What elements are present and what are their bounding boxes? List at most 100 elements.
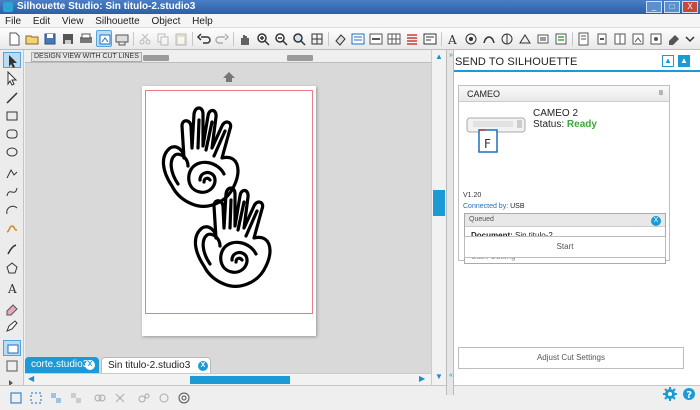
scroll-down-arrow-icon[interactable]: ▼: [434, 372, 444, 382]
ungroup-icon[interactable]: [28, 390, 44, 406]
layer-icon[interactable]: [535, 30, 551, 47]
panel-collapse-icon[interactable]: ▲: [678, 55, 690, 67]
gear-icon[interactable]: [662, 386, 678, 402]
title-bar: Silhouette Studio: Sin titulo-2.studio3 …: [0, 0, 700, 14]
rectangle-icon[interactable]: [3, 108, 21, 124]
ruler-icon[interactable]: [3, 358, 21, 374]
select-icon[interactable]: [3, 52, 21, 68]
horizontal-scroll-thumb[interactable]: [190, 376, 290, 384]
open-icon[interactable]: [24, 30, 40, 47]
chevron-down-icon[interactable]: [682, 30, 698, 47]
minimize-button[interactable]: _: [646, 1, 662, 13]
design-view-icon[interactable]: [96, 30, 112, 47]
scroll-left-arrow-icon[interactable]: ◀: [28, 374, 34, 383]
menu-view[interactable]: View: [57, 14, 88, 28]
compound-icon[interactable]: [48, 390, 64, 406]
text-style-icon[interactable]: A: [445, 30, 461, 47]
redo-icon[interactable]: [214, 30, 230, 47]
cut-icon[interactable]: [137, 30, 153, 47]
design-settings-icon[interactable]: [612, 30, 628, 47]
knife-tool-icon[interactable]: [3, 242, 21, 258]
adjust-cut-settings-button[interactable]: Adjust Cut Settings: [458, 347, 684, 369]
menu-file[interactable]: File: [0, 14, 25, 28]
pause-icon[interactable]: II: [657, 90, 665, 98]
ellipse-icon[interactable]: [3, 144, 21, 160]
weld-icon[interactable]: [92, 390, 108, 406]
library-icon[interactable]: [3, 340, 21, 356]
freehand-icon[interactable]: [3, 220, 21, 236]
eraser-icon[interactable]: [3, 300, 21, 316]
zoom-out-icon[interactable]: [273, 30, 289, 47]
horizontal-scrollbar[interactable]: ◀ ▶: [25, 373, 431, 385]
polygon-shape-icon[interactable]: [3, 260, 21, 276]
send-icon[interactable]: [114, 30, 130, 47]
subtract-icon[interactable]: [112, 390, 128, 406]
knife-icon[interactable]: [499, 30, 515, 47]
menu-help[interactable]: Help: [187, 14, 217, 28]
arc-icon[interactable]: [3, 202, 21, 218]
ruler-marker[interactable]: [287, 55, 313, 61]
cut-settings-icon[interactable]: [594, 30, 610, 47]
store-icon[interactable]: [553, 30, 569, 47]
line-icon[interactable]: [3, 90, 21, 106]
panel-collapse-strip[interactable]: » «: [446, 50, 454, 395]
line-style-icon[interactable]: [368, 30, 384, 47]
feed-up-arrow-icon[interactable]: [223, 72, 235, 82]
scroll-right-arrow-icon[interactable]: ▶: [419, 374, 425, 383]
tab-sin-titulo-2[interactable]: Sin titulo-2.studio3 X: [101, 357, 211, 373]
replicate-bottom-icon[interactable]: [156, 390, 172, 406]
grid-icon[interactable]: [386, 30, 402, 47]
replicate-icon[interactable]: [422, 30, 438, 47]
menu-edit[interactable]: Edit: [28, 14, 54, 28]
design-canvas[interactable]: DESIGN VIEW WITH CUT LINES: [25, 50, 431, 385]
menu-object[interactable]: Object: [146, 14, 184, 28]
menu-silhouette[interactable]: Silhouette: [90, 14, 143, 28]
text-icon[interactable]: A: [3, 280, 21, 296]
modify-icon[interactable]: [517, 30, 533, 47]
tab-close-icon[interactable]: X: [198, 361, 208, 371]
start-button[interactable]: Start: [464, 236, 666, 258]
pencil-icon[interactable]: [3, 318, 21, 334]
zoom-fit-icon[interactable]: [309, 30, 325, 47]
page-settings-icon[interactable]: [576, 30, 592, 47]
line-color-icon[interactable]: [350, 30, 366, 47]
lock-icon[interactable]: [176, 390, 192, 406]
close-button[interactable]: X: [682, 1, 698, 13]
job-cancel-icon[interactable]: X: [651, 216, 661, 226]
ruler-marker[interactable]: [143, 55, 169, 61]
cutting-mat[interactable]: [142, 86, 316, 336]
trace-icon[interactable]: [481, 30, 497, 47]
polygon-icon[interactable]: [3, 166, 21, 182]
maximize-button[interactable]: □: [664, 1, 680, 13]
group-icon[interactable]: [8, 390, 24, 406]
zoom-area-icon[interactable]: [291, 30, 307, 47]
curve-icon[interactable]: [3, 184, 21, 200]
scroll-up-arrow-icon[interactable]: ▲: [434, 52, 444, 62]
vertical-scroll-thumb[interactable]: [433, 190, 445, 216]
media-icon[interactable]: [630, 30, 646, 47]
print-icon[interactable]: [78, 30, 94, 47]
vertical-scrollbar[interactable]: ▲ ▼: [431, 50, 445, 385]
rounded-rectangle-icon[interactable]: [3, 126, 21, 142]
save-as-icon[interactable]: [60, 30, 76, 47]
offset-bottom-icon[interactable]: [136, 390, 152, 406]
eraser-toolbar-icon[interactable]: [666, 30, 682, 47]
tab-corte[interactable]: corte.studio3 X: [25, 357, 99, 373]
copy-icon[interactable]: [155, 30, 171, 47]
hand-design[interactable]: [142, 86, 316, 336]
pan-icon[interactable]: [237, 30, 253, 47]
save-icon[interactable]: [42, 30, 58, 47]
help-icon[interactable]: ?: [681, 386, 697, 402]
offset-icon[interactable]: [463, 30, 479, 47]
point-edit-icon[interactable]: [3, 70, 21, 86]
panel-up-arrow-icon[interactable]: ▲: [662, 55, 674, 67]
align-icon[interactable]: [404, 30, 420, 47]
library-toolbar-icon[interactable]: [648, 30, 664, 47]
release-compound-icon[interactable]: [68, 390, 84, 406]
tab-close-icon[interactable]: X: [85, 360, 95, 370]
zoom-in-icon[interactable]: [255, 30, 271, 47]
undo-icon[interactable]: [196, 30, 212, 47]
new-icon[interactable]: [6, 30, 22, 47]
fill-icon[interactable]: [332, 30, 348, 47]
paste-icon[interactable]: [173, 30, 189, 47]
